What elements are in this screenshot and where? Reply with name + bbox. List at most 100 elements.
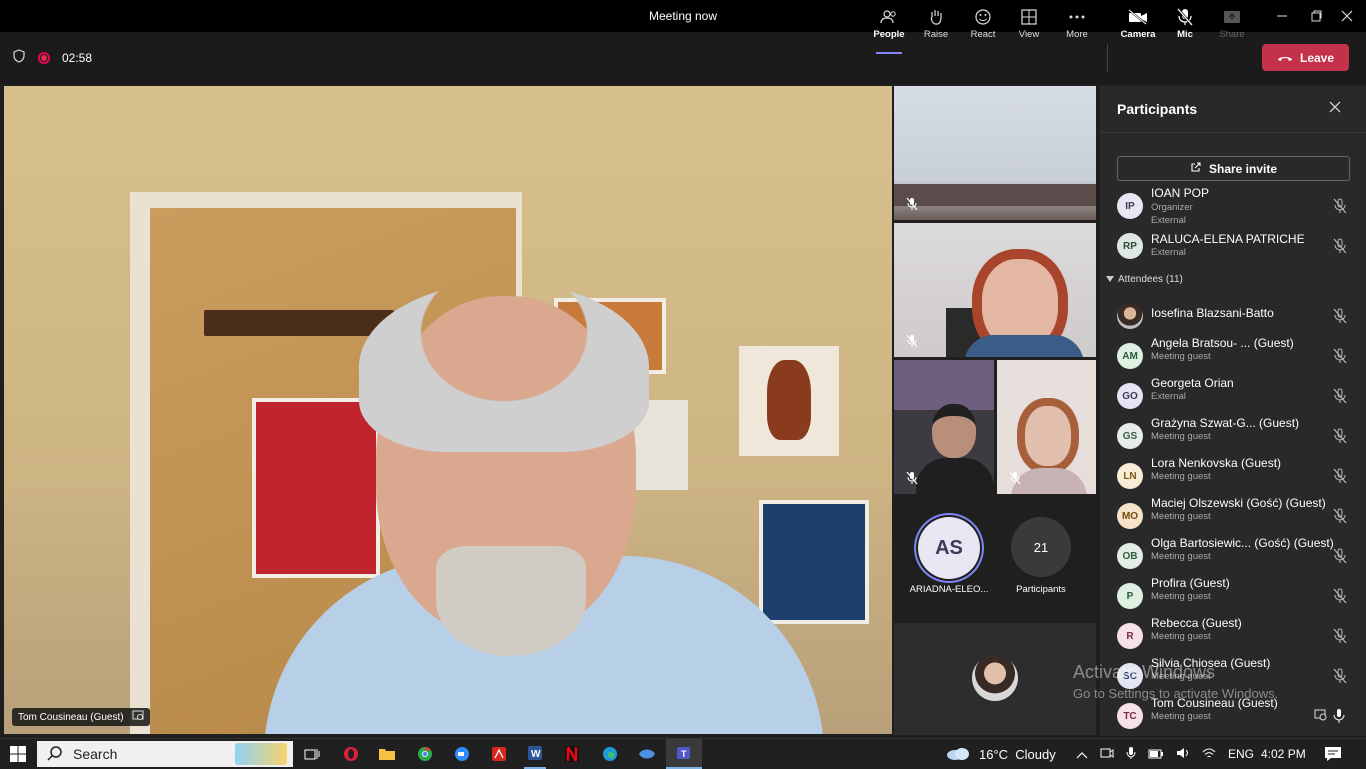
participant-row[interactable]: AM Angela Bratsou- ... (Guest) Meeting gue… bbox=[1100, 336, 1366, 376]
main-video-tile[interactable]: Tom Cousineau (Guest) bbox=[4, 86, 892, 734]
acrobat-icon[interactable] bbox=[488, 739, 510, 769]
microphone-icon[interactable] bbox=[1126, 746, 1136, 763]
more-label: More bbox=[1066, 29, 1088, 40]
wifi-icon[interactable] bbox=[1202, 747, 1216, 762]
video-tile-woman-glasses[interactable] bbox=[894, 223, 1096, 357]
participant-row[interactable]: P Profira (Guest) Meeting guest bbox=[1100, 576, 1366, 616]
participant-name: Lora Nenkovska (Guest) bbox=[1151, 456, 1282, 470]
avatar: AS bbox=[918, 517, 980, 579]
mic-button[interactable]: Mic bbox=[1162, 8, 1208, 48]
language-indicator[interactable]: ENG bbox=[1228, 747, 1254, 761]
weather-widget[interactable]: 16°C Cloudy bbox=[945, 739, 1056, 769]
video-coat-rack bbox=[204, 310, 394, 336]
participant-status: External bbox=[1151, 215, 1186, 226]
avatar: TC bbox=[1117, 703, 1143, 729]
camera-button[interactable]: Camera bbox=[1115, 8, 1161, 48]
file-explorer-icon[interactable] bbox=[376, 739, 398, 769]
avatar-name: ARIADNA-ELEO... bbox=[909, 584, 989, 595]
participant-row[interactable]: Iosefina Blazsani-Batto bbox=[1100, 296, 1366, 336]
zoom-icon[interactable] bbox=[451, 739, 473, 769]
overflow-participants-tile[interactable]: 21 Participants bbox=[1002, 497, 1096, 620]
chrome-icon[interactable] bbox=[414, 739, 436, 769]
view-label: View bbox=[1018, 29, 1040, 40]
participant-row[interactable]: TC Tom Cousineau (Guest) Meeting guest bbox=[1100, 696, 1366, 736]
meet-now-icon[interactable] bbox=[1100, 746, 1114, 763]
overflow-count: 21 bbox=[1011, 517, 1071, 577]
smiley-icon bbox=[974, 8, 992, 26]
taskbar-search[interactable]: Search bbox=[37, 741, 293, 767]
video-tile-classroom[interactable] bbox=[894, 86, 1096, 220]
teams-classic-icon[interactable] bbox=[636, 739, 658, 769]
participant-status: Meeting guest bbox=[1151, 551, 1211, 562]
muted-mic-icon bbox=[1333, 388, 1349, 404]
react-label: React bbox=[970, 29, 996, 40]
muted-mic-icon bbox=[1333, 668, 1349, 684]
participant-status: Meeting guest bbox=[1151, 431, 1211, 442]
muted-mic-icon bbox=[1333, 628, 1349, 644]
avatar: OB bbox=[1117, 543, 1143, 569]
view-button[interactable]: View bbox=[1006, 8, 1052, 48]
people-button[interactable]: People bbox=[866, 8, 912, 54]
avatar: GO bbox=[1117, 383, 1143, 409]
muted-mic-icon bbox=[1333, 428, 1349, 444]
participant-row[interactable]: GS Grażyna Szwat-G... (Guest) Meeting gues… bbox=[1100, 416, 1366, 456]
teams-icon[interactable]: T bbox=[666, 739, 702, 769]
participant-status: External bbox=[1151, 391, 1186, 402]
participant-row[interactable]: R Rebecca (Guest) Meeting guest bbox=[1100, 616, 1366, 656]
shield-icon[interactable] bbox=[12, 48, 26, 68]
participant-row[interactable]: IP IOAN POP Organizer External bbox=[1100, 186, 1366, 226]
participant-name: Profira (Guest) bbox=[1151, 576, 1230, 590]
participant-role: Organizer bbox=[1151, 202, 1193, 213]
weather-text: 16°C Cloudy bbox=[979, 746, 1056, 762]
participant-row[interactable]: RP RALUCA-ELENA PATRICHE External bbox=[1100, 226, 1366, 266]
chevron-up-icon[interactable] bbox=[1076, 747, 1088, 762]
attendees-section-header[interactable]: Attendees (11) bbox=[1106, 274, 1183, 285]
close-panel-icon[interactable] bbox=[1328, 100, 1344, 116]
leave-label: Leave bbox=[1299, 50, 1335, 65]
video-tile-woman-red-hair[interactable] bbox=[997, 360, 1096, 494]
muted-mic-icon bbox=[1333, 508, 1349, 524]
speaker-name-tag: Tom Cousineau (Guest) bbox=[12, 708, 150, 726]
notifications-icon[interactable] bbox=[1324, 739, 1342, 769]
participant-name: RALUCA-ELENA PATRICHE bbox=[1151, 232, 1305, 246]
netflix-icon[interactable] bbox=[561, 739, 583, 769]
close-window-icon[interactable] bbox=[1328, 0, 1366, 32]
mic-off-icon bbox=[1177, 8, 1193, 26]
participant-name: IOAN POP bbox=[1151, 186, 1210, 200]
cloud-icon bbox=[945, 745, 971, 764]
minimize-icon[interactable] bbox=[1263, 0, 1301, 32]
participants-panel: Participants Share invite IP IOAN POP Or… bbox=[1100, 86, 1366, 736]
participant-name: Rebecca (Guest) bbox=[1151, 616, 1242, 630]
battery-icon[interactable] bbox=[1148, 747, 1164, 762]
mic-on-icon bbox=[1333, 708, 1349, 724]
clock[interactable]: 4:02 PM bbox=[1261, 739, 1306, 769]
share-content-icon bbox=[1314, 708, 1328, 722]
raise-hand-button[interactable]: Raise bbox=[913, 8, 959, 48]
react-button[interactable]: React bbox=[960, 8, 1006, 48]
toolbar-divider bbox=[1107, 44, 1108, 72]
avatar-tile-as[interactable]: AS ARIADNA-ELEO... bbox=[894, 497, 1004, 620]
participant-row[interactable]: LN Lora Nenkovska (Guest) Meeting guest bbox=[1100, 456, 1366, 496]
task-view-icon[interactable] bbox=[300, 739, 324, 769]
video-poster-amphora bbox=[739, 346, 839, 456]
opera-icon[interactable] bbox=[340, 739, 362, 769]
windows-start-icon[interactable] bbox=[0, 739, 36, 769]
self-view-tile[interactable] bbox=[894, 623, 1096, 735]
hand-icon bbox=[928, 8, 944, 26]
more-button[interactable]: More bbox=[1054, 8, 1100, 48]
video-tile-woman-dark[interactable] bbox=[894, 360, 994, 494]
edge-icon[interactable] bbox=[599, 739, 621, 769]
speaker-icon[interactable] bbox=[1176, 747, 1190, 762]
share-invite-button[interactable]: Share invite bbox=[1117, 156, 1350, 181]
participant-row[interactable]: GO Georgeta Orian External bbox=[1100, 376, 1366, 416]
leave-button[interactable]: Leave bbox=[1262, 44, 1349, 71]
phone-hangup-icon bbox=[1277, 51, 1293, 65]
participant-row[interactable]: MO Maciej Olszewski (Gość) (Guest) Meeting… bbox=[1100, 496, 1366, 536]
share-button[interactable]: Share bbox=[1209, 8, 1255, 48]
avatar: MO bbox=[1117, 503, 1143, 529]
panel-title: Participants bbox=[1117, 101, 1198, 117]
participant-name: Grażyna Szwat-G... (Guest) bbox=[1151, 416, 1300, 430]
activate-windows-subtitle: Go to Settings to activate Windows. bbox=[1073, 686, 1279, 701]
participant-row[interactable]: OB Olga Bartosiewic... (Gość) (Guest) Meet… bbox=[1100, 536, 1366, 576]
word-icon[interactable]: W bbox=[524, 739, 546, 769]
